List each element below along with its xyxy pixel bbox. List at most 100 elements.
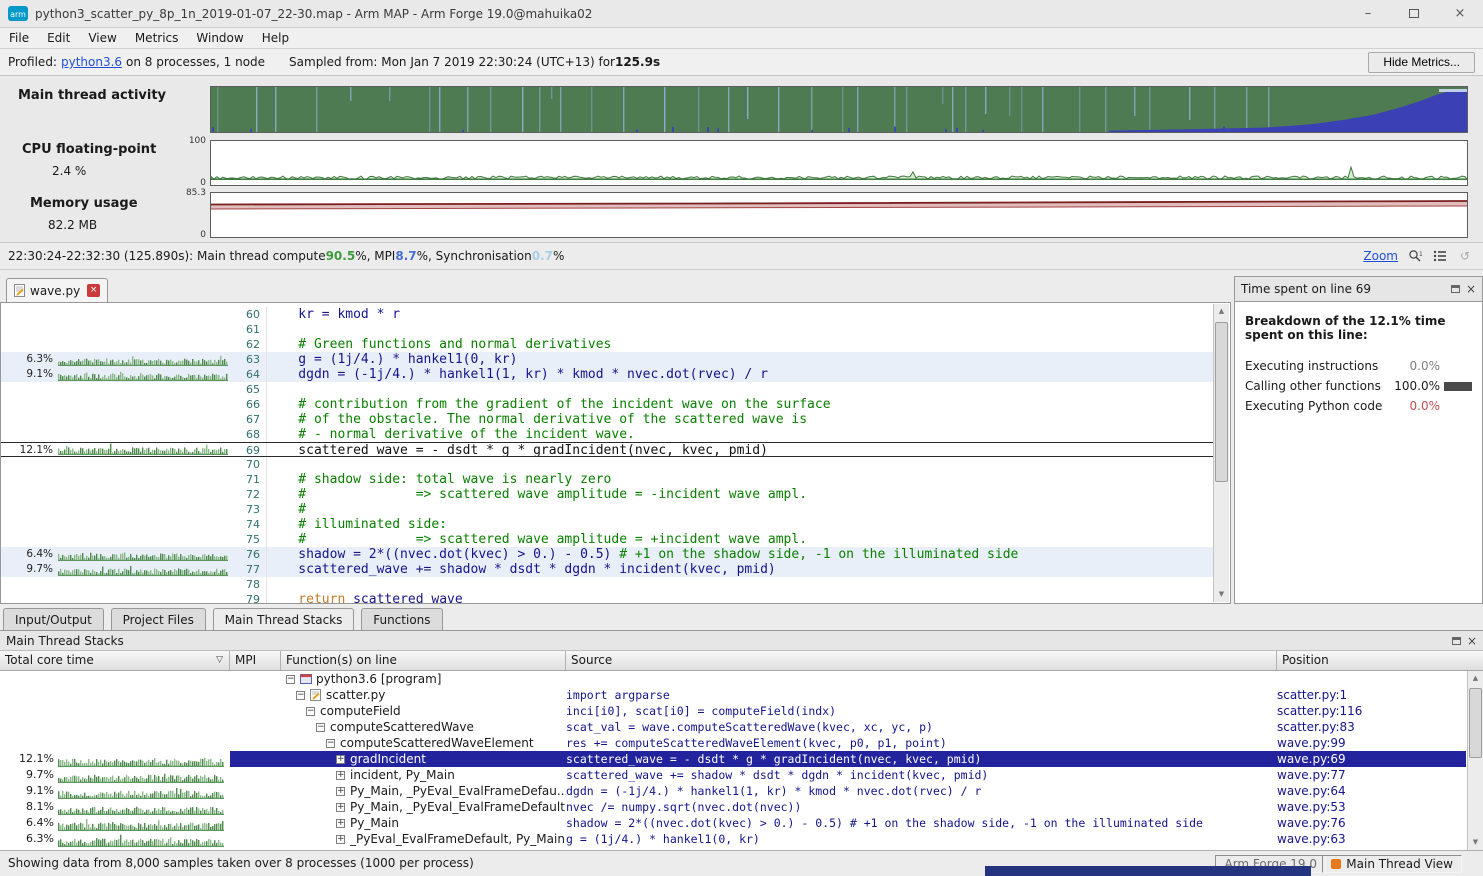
main-thread-activity-chart[interactable] [210, 86, 1468, 133]
code-line-77[interactable]: 9.7%77 scattered_wave += shadow * dsdt *… [1, 562, 1213, 577]
code-line-74[interactable]: 74 # illuminated side: [1, 517, 1213, 532]
stack-row-py-main-pyeval-evalframedefault[interactable]: 8.1%+Py_Main, _PyEval_EvalFrameDefaultnv… [0, 799, 1466, 815]
mpi-cell [230, 735, 281, 751]
column-functions-on-line[interactable]: Function(s) on line [281, 651, 566, 670]
code-line-62[interactable]: 62 # Green functions and normal derivati… [1, 337, 1213, 352]
code-line-70[interactable]: 70 [1, 457, 1213, 472]
zoom-link[interactable]: Zoom [1363, 249, 1398, 263]
maximize-button[interactable] [1391, 0, 1437, 28]
stack-row-computescatteredwave[interactable]: −computeScatteredWavescat_val = wave.com… [0, 719, 1466, 735]
collapse-icon[interactable]: − [296, 691, 305, 700]
source-cell: shadow = 2*((nvec.dot(kvec) > 0.) - 0.5)… [566, 815, 1277, 831]
scroll-up-icon[interactable]: ▲ [1214, 304, 1229, 319]
scroll-down-icon[interactable]: ▼ [1468, 835, 1483, 850]
title-bar[interactable]: arm python3_scatter_py_8p_1n_2019-01-07_… [0, 0, 1483, 28]
column-mpi[interactable]: MPI [230, 651, 281, 670]
expand-icon[interactable]: + [336, 755, 345, 764]
stacks-panel-header: Main Thread Stacks × [0, 631, 1483, 651]
code-line-71[interactable]: 71 # shadow side: total wave is nearly z… [1, 472, 1213, 487]
column-total-core-time[interactable]: Total core time▽ [0, 651, 230, 670]
stack-row-py-main[interactable]: 6.4%+Py_Mainshadow = 2*((nvec.dot(kvec) … [0, 815, 1466, 831]
code-line-72[interactable]: 72 # => scattered wave amplitude = -inci… [1, 487, 1213, 502]
expand-icon[interactable]: + [336, 835, 345, 844]
stack-row-computefield[interactable]: −computeFieldinci[i0], scat[i0] = comput… [0, 703, 1466, 719]
code-line-69[interactable]: 12.1%69 scattered_wave = - dsdt * g * gr… [1, 442, 1213, 457]
code-line-75[interactable]: 75 # => scattered wave amplitude = +inci… [1, 532, 1213, 547]
stack-row-python3-6-program-[interactable]: −python3.6 [program] [0, 671, 1466, 687]
tab-input-output[interactable]: Input/Output [3, 608, 104, 630]
mpi-percent: 8.7 [395, 249, 416, 263]
stacks-scrollbar[interactable]: ▲ ▼ [1467, 671, 1483, 850]
stack-row-computescatteredwaveelement[interactable]: −computeScatteredWaveElementres += compu… [0, 735, 1466, 751]
line-activity-sparkline [55, 517, 231, 532]
menu-window[interactable]: Window [187, 29, 252, 47]
menu-file[interactable]: File [0, 29, 38, 47]
stack-row-incident-py-main[interactable]: 9.7%+incident, Py_Mainscattered_wave += … [0, 767, 1466, 783]
view-selector-box[interactable]: Main Thread View [1322, 855, 1462, 873]
stack-row-scatter-py[interactable]: −scatter.pyimport argparsescatter.py:1 [0, 687, 1466, 703]
undo-zoom-icon[interactable]: ↺ [1457, 248, 1473, 264]
code-line-67[interactable]: 67 # of the obstacle. The normal derivat… [1, 412, 1213, 427]
tab-wave-py[interactable]: wave.py × [6, 278, 108, 302]
code-line-73[interactable]: 73 # [1, 502, 1213, 517]
stack-row-gradincident[interactable]: 12.1%+gradIncidentscattered_wave = - dsd… [0, 751, 1466, 767]
stack-row--pyeval-evalframedefault-py-main[interactable]: 6.3%+_PyEval_EvalFrameDefault, Py_Maing … [0, 831, 1466, 847]
menu-edit[interactable]: Edit [38, 29, 79, 47]
code-line-66[interactable]: 66 # contribution from the gradient of t… [1, 397, 1213, 412]
editor-scrollbar[interactable]: ▲ ▼ [1213, 304, 1229, 602]
code-line-76[interactable]: 6.4%76 shadow = 2*((nvec.dot(kvec) > 0.)… [1, 547, 1213, 562]
stack-row-py-main-pyeval-evalframedefau-[interactable]: 9.1%+Py_Main, _PyEval_EvalFrameDefau...d… [0, 783, 1466, 799]
code-line-61[interactable]: 61 [1, 322, 1213, 337]
zoom-reset-icon[interactable]: 1 [1407, 248, 1423, 264]
collapse-icon[interactable]: − [326, 739, 335, 748]
code-line-60[interactable]: 60 kr = kmod * r [1, 307, 1213, 322]
tab-functions[interactable]: Functions [361, 608, 442, 630]
line-number: 61 [231, 322, 267, 337]
menu-view[interactable]: View [79, 29, 125, 47]
editor-scroll-thumb[interactable] [1215, 322, 1228, 482]
menu-help[interactable]: Help [253, 29, 298, 47]
column-source[interactable]: Source [566, 651, 1277, 670]
code-line-63[interactable]: 6.3%63 g = (1j/4.) * hankel1(0, kr) [1, 352, 1213, 367]
code-line-68[interactable]: 68 # - normal derivative of the incident… [1, 427, 1213, 442]
close-panel-icon[interactable]: × [1466, 283, 1476, 295]
collapse-icon[interactable]: − [316, 723, 325, 732]
code-line-64[interactable]: 9.1%64 dgdn = (-1j/4.) * hankel1(1, kr) … [1, 367, 1213, 382]
expand-icon[interactable]: + [336, 787, 345, 796]
expand-icon[interactable]: + [336, 771, 345, 780]
function-cell: +Py_Main [281, 815, 566, 831]
column-position[interactable]: Position [1277, 651, 1483, 670]
stacks-scroll-thumb[interactable] [1469, 688, 1482, 758]
cpu-floating-point-chart[interactable] [210, 140, 1468, 186]
close-button[interactable]: × [1437, 0, 1483, 28]
code-text [267, 322, 1213, 337]
profiled-program-link[interactable]: python3.6 [61, 55, 122, 69]
position-cell: wave.py:76 [1277, 815, 1466, 831]
tab-project-files[interactable]: Project Files [111, 608, 206, 630]
close-panel-icon[interactable]: × [1467, 635, 1477, 647]
metrics-list-icon[interactable] [1432, 248, 1448, 264]
scroll-up-icon[interactable]: ▲ [1468, 671, 1483, 686]
line-number: 60 [231, 307, 267, 322]
code-line-78[interactable]: 78 [1, 577, 1213, 592]
code-line-65[interactable]: 65 [1, 382, 1213, 397]
line-activity-sparkline [55, 307, 231, 322]
code-text [267, 382, 1213, 397]
tab-close-icon[interactable]: × [87, 284, 100, 297]
menu-metrics[interactable]: Metrics [126, 29, 188, 47]
line-number: 73 [231, 502, 267, 517]
hide-metrics-button[interactable]: Hide Metrics... [1368, 52, 1475, 73]
stacks-table-body: −python3.6 [program]−scatter.pyimport ar… [0, 671, 1466, 850]
float-panel-icon[interactable] [1451, 285, 1460, 293]
memory-usage-chart[interactable] [210, 192, 1468, 238]
tab-main-thread-stacks[interactable]: Main Thread Stacks [213, 608, 355, 630]
collapse-icon[interactable]: − [286, 675, 295, 684]
scroll-down-icon[interactable]: ▼ [1214, 587, 1229, 602]
code-line-79[interactable]: 79 return scattered_wave [1, 592, 1213, 604]
total-core-time-cell: 12.1% [0, 751, 230, 767]
collapse-icon[interactable]: − [306, 707, 315, 716]
expand-icon[interactable]: + [336, 803, 345, 812]
expand-icon[interactable]: + [336, 819, 345, 828]
float-panel-icon[interactable] [1452, 637, 1461, 645]
minimize-button[interactable]: – [1345, 0, 1391, 28]
